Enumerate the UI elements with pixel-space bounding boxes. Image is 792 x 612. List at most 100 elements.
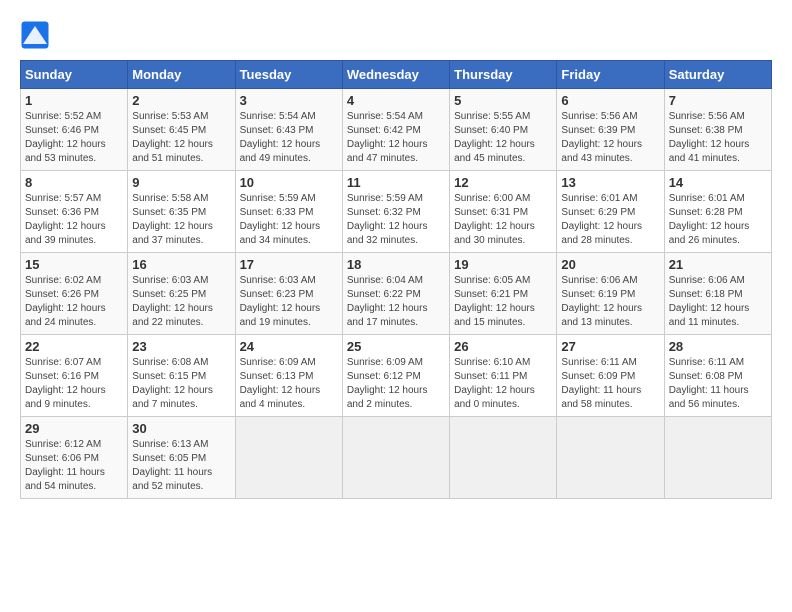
- day-info: Sunrise: 5:56 AMSunset: 6:39 PMDaylight:…: [561, 111, 642, 164]
- day-number: 7: [669, 93, 767, 108]
- day-info: Sunrise: 5:53 AMSunset: 6:45 PMDaylight:…: [132, 111, 213, 164]
- day-info: Sunrise: 6:11 AMSunset: 6:09 PMDaylight:…: [561, 357, 641, 410]
- day-number: 21: [669, 257, 767, 272]
- empty-cell: [450, 417, 557, 499]
- day-number: 22: [25, 339, 123, 354]
- day-number: 2: [132, 93, 230, 108]
- day-number: 6: [561, 93, 659, 108]
- calendar-day-cell: 3 Sunrise: 5:54 AMSunset: 6:43 PMDayligh…: [235, 89, 342, 171]
- calendar-week-row: 15 Sunrise: 6:02 AMSunset: 6:26 PMDaylig…: [21, 253, 772, 335]
- day-info: Sunrise: 6:03 AMSunset: 6:23 PMDaylight:…: [240, 275, 321, 328]
- calendar-day-cell: 5 Sunrise: 5:55 AMSunset: 6:40 PMDayligh…: [450, 89, 557, 171]
- day-info: Sunrise: 5:55 AMSunset: 6:40 PMDaylight:…: [454, 111, 535, 164]
- day-number: 4: [347, 93, 445, 108]
- empty-cell: [235, 417, 342, 499]
- day-number: 29: [25, 421, 123, 436]
- logo-icon: [20, 20, 50, 50]
- day-info: Sunrise: 5:58 AMSunset: 6:35 PMDaylight:…: [132, 193, 213, 246]
- calendar-day-cell: 27 Sunrise: 6:11 AMSunset: 6:09 PMDaylig…: [557, 335, 664, 417]
- calendar-day-cell: 7 Sunrise: 5:56 AMSunset: 6:38 PMDayligh…: [664, 89, 771, 171]
- day-number: 24: [240, 339, 338, 354]
- day-info: Sunrise: 6:06 AMSunset: 6:18 PMDaylight:…: [669, 275, 750, 328]
- day-number: 16: [132, 257, 230, 272]
- day-number: 28: [669, 339, 767, 354]
- weekday-header: Wednesday: [342, 61, 449, 89]
- day-info: Sunrise: 5:52 AMSunset: 6:46 PMDaylight:…: [25, 111, 106, 164]
- calendar-day-cell: 22 Sunrise: 6:07 AMSunset: 6:16 PMDaylig…: [21, 335, 128, 417]
- day-number: 17: [240, 257, 338, 272]
- day-number: 3: [240, 93, 338, 108]
- weekday-header: Tuesday: [235, 61, 342, 89]
- day-number: 20: [561, 257, 659, 272]
- calendar-week-row: 29 Sunrise: 6:12 AMSunset: 6:06 PMDaylig…: [21, 417, 772, 499]
- day-number: 8: [25, 175, 123, 190]
- day-number: 26: [454, 339, 552, 354]
- calendar-day-cell: 6 Sunrise: 5:56 AMSunset: 6:39 PMDayligh…: [557, 89, 664, 171]
- calendar-day-cell: 18 Sunrise: 6:04 AMSunset: 6:22 PMDaylig…: [342, 253, 449, 335]
- empty-cell: [664, 417, 771, 499]
- weekday-header: Friday: [557, 61, 664, 89]
- calendar-day-cell: 11 Sunrise: 5:59 AMSunset: 6:32 PMDaylig…: [342, 171, 449, 253]
- empty-cell: [557, 417, 664, 499]
- day-number: 11: [347, 175, 445, 190]
- calendar-week-row: 8 Sunrise: 5:57 AMSunset: 6:36 PMDayligh…: [21, 171, 772, 253]
- day-info: Sunrise: 6:06 AMSunset: 6:19 PMDaylight:…: [561, 275, 642, 328]
- calendar-day-cell: 15 Sunrise: 6:02 AMSunset: 6:26 PMDaylig…: [21, 253, 128, 335]
- day-info: Sunrise: 6:00 AMSunset: 6:31 PMDaylight:…: [454, 193, 535, 246]
- day-number: 9: [132, 175, 230, 190]
- day-info: Sunrise: 5:59 AMSunset: 6:32 PMDaylight:…: [347, 193, 428, 246]
- day-number: 10: [240, 175, 338, 190]
- calendar-day-cell: 1 Sunrise: 5:52 AMSunset: 6:46 PMDayligh…: [21, 89, 128, 171]
- day-number: 27: [561, 339, 659, 354]
- day-info: Sunrise: 6:04 AMSunset: 6:22 PMDaylight:…: [347, 275, 428, 328]
- day-number: 1: [25, 93, 123, 108]
- day-number: 12: [454, 175, 552, 190]
- day-number: 5: [454, 93, 552, 108]
- day-number: 15: [25, 257, 123, 272]
- calendar-day-cell: 20 Sunrise: 6:06 AMSunset: 6:19 PMDaylig…: [557, 253, 664, 335]
- day-number: 19: [454, 257, 552, 272]
- day-number: 14: [669, 175, 767, 190]
- day-info: Sunrise: 5:59 AMSunset: 6:33 PMDaylight:…: [240, 193, 321, 246]
- calendar-day-cell: 16 Sunrise: 6:03 AMSunset: 6:25 PMDaylig…: [128, 253, 235, 335]
- calendar-table: SundayMondayTuesdayWednesdayThursdayFrid…: [20, 60, 772, 499]
- day-info: Sunrise: 6:09 AMSunset: 6:12 PMDaylight:…: [347, 357, 428, 410]
- calendar-day-cell: 9 Sunrise: 5:58 AMSunset: 6:35 PMDayligh…: [128, 171, 235, 253]
- calendar-day-cell: 12 Sunrise: 6:00 AMSunset: 6:31 PMDaylig…: [450, 171, 557, 253]
- calendar-week-row: 1 Sunrise: 5:52 AMSunset: 6:46 PMDayligh…: [21, 89, 772, 171]
- day-info: Sunrise: 6:03 AMSunset: 6:25 PMDaylight:…: [132, 275, 213, 328]
- calendar-day-cell: 30 Sunrise: 6:13 AMSunset: 6:05 PMDaylig…: [128, 417, 235, 499]
- day-info: Sunrise: 6:02 AMSunset: 6:26 PMDaylight:…: [25, 275, 106, 328]
- calendar-day-cell: 14 Sunrise: 6:01 AMSunset: 6:28 PMDaylig…: [664, 171, 771, 253]
- day-info: Sunrise: 6:12 AMSunset: 6:06 PMDaylight:…: [25, 439, 105, 492]
- weekday-header: Sunday: [21, 61, 128, 89]
- calendar-day-cell: 17 Sunrise: 6:03 AMSunset: 6:23 PMDaylig…: [235, 253, 342, 335]
- calendar-day-cell: 8 Sunrise: 5:57 AMSunset: 6:36 PMDayligh…: [21, 171, 128, 253]
- calendar-day-cell: 26 Sunrise: 6:10 AMSunset: 6:11 PMDaylig…: [450, 335, 557, 417]
- calendar-day-cell: 4 Sunrise: 5:54 AMSunset: 6:42 PMDayligh…: [342, 89, 449, 171]
- calendar-day-cell: 23 Sunrise: 6:08 AMSunset: 6:15 PMDaylig…: [128, 335, 235, 417]
- calendar-week-row: 22 Sunrise: 6:07 AMSunset: 6:16 PMDaylig…: [21, 335, 772, 417]
- calendar-day-cell: 29 Sunrise: 6:12 AMSunset: 6:06 PMDaylig…: [21, 417, 128, 499]
- day-info: Sunrise: 6:08 AMSunset: 6:15 PMDaylight:…: [132, 357, 213, 410]
- empty-cell: [342, 417, 449, 499]
- calendar-day-cell: 13 Sunrise: 6:01 AMSunset: 6:29 PMDaylig…: [557, 171, 664, 253]
- day-info: Sunrise: 5:54 AMSunset: 6:42 PMDaylight:…: [347, 111, 428, 164]
- calendar-day-cell: 19 Sunrise: 6:05 AMSunset: 6:21 PMDaylig…: [450, 253, 557, 335]
- day-info: Sunrise: 5:54 AMSunset: 6:43 PMDaylight:…: [240, 111, 321, 164]
- day-number: 30: [132, 421, 230, 436]
- weekday-header: Thursday: [450, 61, 557, 89]
- calendar-day-cell: 21 Sunrise: 6:06 AMSunset: 6:18 PMDaylig…: [664, 253, 771, 335]
- calendar-day-cell: 2 Sunrise: 5:53 AMSunset: 6:45 PMDayligh…: [128, 89, 235, 171]
- day-number: 18: [347, 257, 445, 272]
- day-info: Sunrise: 6:01 AMSunset: 6:29 PMDaylight:…: [561, 193, 642, 246]
- calendar-day-cell: 10 Sunrise: 5:59 AMSunset: 6:33 PMDaylig…: [235, 171, 342, 253]
- day-info: Sunrise: 6:13 AMSunset: 6:05 PMDaylight:…: [132, 439, 212, 492]
- day-info: Sunrise: 6:07 AMSunset: 6:16 PMDaylight:…: [25, 357, 106, 410]
- day-info: Sunrise: 6:11 AMSunset: 6:08 PMDaylight:…: [669, 357, 749, 410]
- day-info: Sunrise: 6:10 AMSunset: 6:11 PMDaylight:…: [454, 357, 535, 410]
- calendar-header: SundayMondayTuesdayWednesdayThursdayFrid…: [21, 61, 772, 89]
- day-number: 13: [561, 175, 659, 190]
- day-number: 25: [347, 339, 445, 354]
- day-info: Sunrise: 6:09 AMSunset: 6:13 PMDaylight:…: [240, 357, 321, 410]
